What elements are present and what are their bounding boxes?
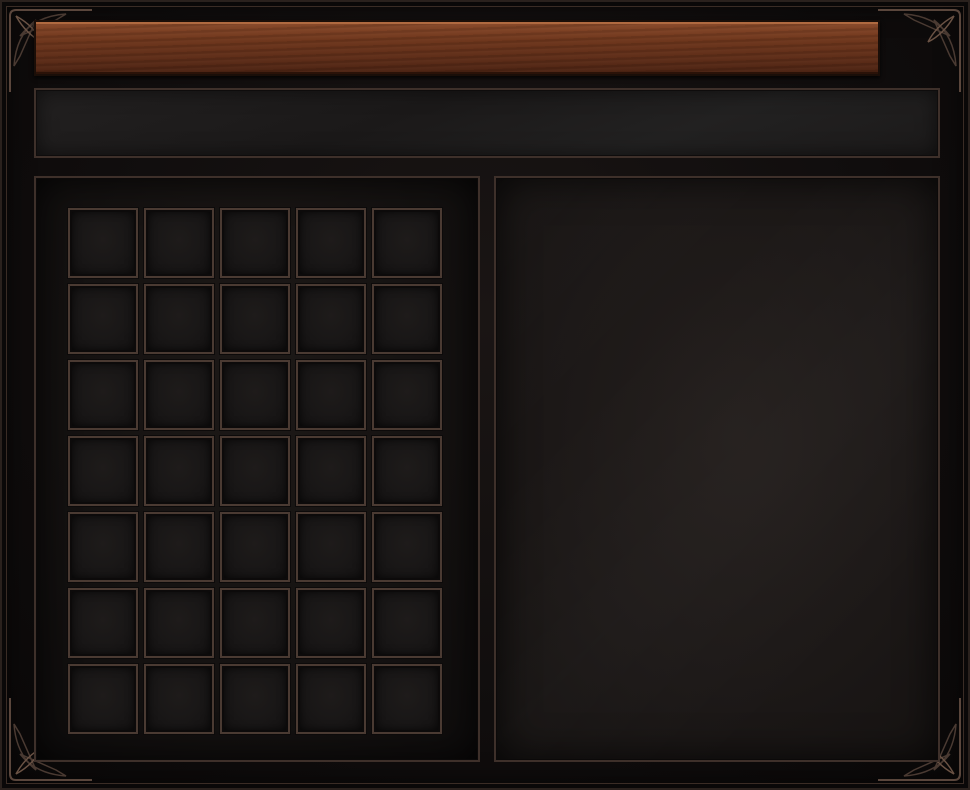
title-bar[interactable] <box>34 20 880 76</box>
inventory-slot[interactable] <box>220 208 290 278</box>
inventory-slot[interactable] <box>144 664 214 734</box>
inventory-slot[interactable] <box>144 436 214 506</box>
inventory-slot[interactable] <box>372 664 442 734</box>
inventory-slot[interactable] <box>220 512 290 582</box>
inventory-panel <box>34 176 480 762</box>
inventory-slot[interactable] <box>372 360 442 430</box>
inventory-slot[interactable] <box>220 436 290 506</box>
inventory-slot[interactable] <box>144 284 214 354</box>
inventory-slot[interactable] <box>372 436 442 506</box>
inventory-slot[interactable] <box>220 360 290 430</box>
inventory-slot[interactable] <box>296 360 366 430</box>
inventory-slot[interactable] <box>68 436 138 506</box>
subheader-panel <box>34 88 940 158</box>
inventory-slot[interactable] <box>296 208 366 278</box>
inventory-window <box>0 0 970 790</box>
inventory-slot[interactable] <box>296 664 366 734</box>
inventory-slot[interactable] <box>372 512 442 582</box>
inventory-slot[interactable] <box>68 588 138 658</box>
inventory-slot[interactable] <box>220 588 290 658</box>
inventory-slot[interactable] <box>144 360 214 430</box>
window-title <box>36 22 878 74</box>
inventory-slot[interactable] <box>144 588 214 658</box>
inventory-slot[interactable] <box>220 664 290 734</box>
inventory-slot[interactable] <box>68 284 138 354</box>
inventory-slot[interactable] <box>372 588 442 658</box>
inventory-slot[interactable] <box>68 360 138 430</box>
corner-ornament-icon <box>878 9 961 92</box>
inventory-slot[interactable] <box>68 664 138 734</box>
inventory-slot[interactable] <box>372 284 442 354</box>
inventory-slot[interactable] <box>68 208 138 278</box>
inventory-slot[interactable] <box>296 284 366 354</box>
inventory-slot[interactable] <box>296 588 366 658</box>
inventory-slot[interactable] <box>144 208 214 278</box>
inventory-grid <box>68 208 442 734</box>
details-panel <box>494 176 940 762</box>
inventory-slot[interactable] <box>68 512 138 582</box>
inventory-slot[interactable] <box>144 512 214 582</box>
inventory-slot[interactable] <box>296 512 366 582</box>
inventory-slot[interactable] <box>296 436 366 506</box>
inventory-slot[interactable] <box>372 208 442 278</box>
inventory-slot[interactable] <box>220 284 290 354</box>
